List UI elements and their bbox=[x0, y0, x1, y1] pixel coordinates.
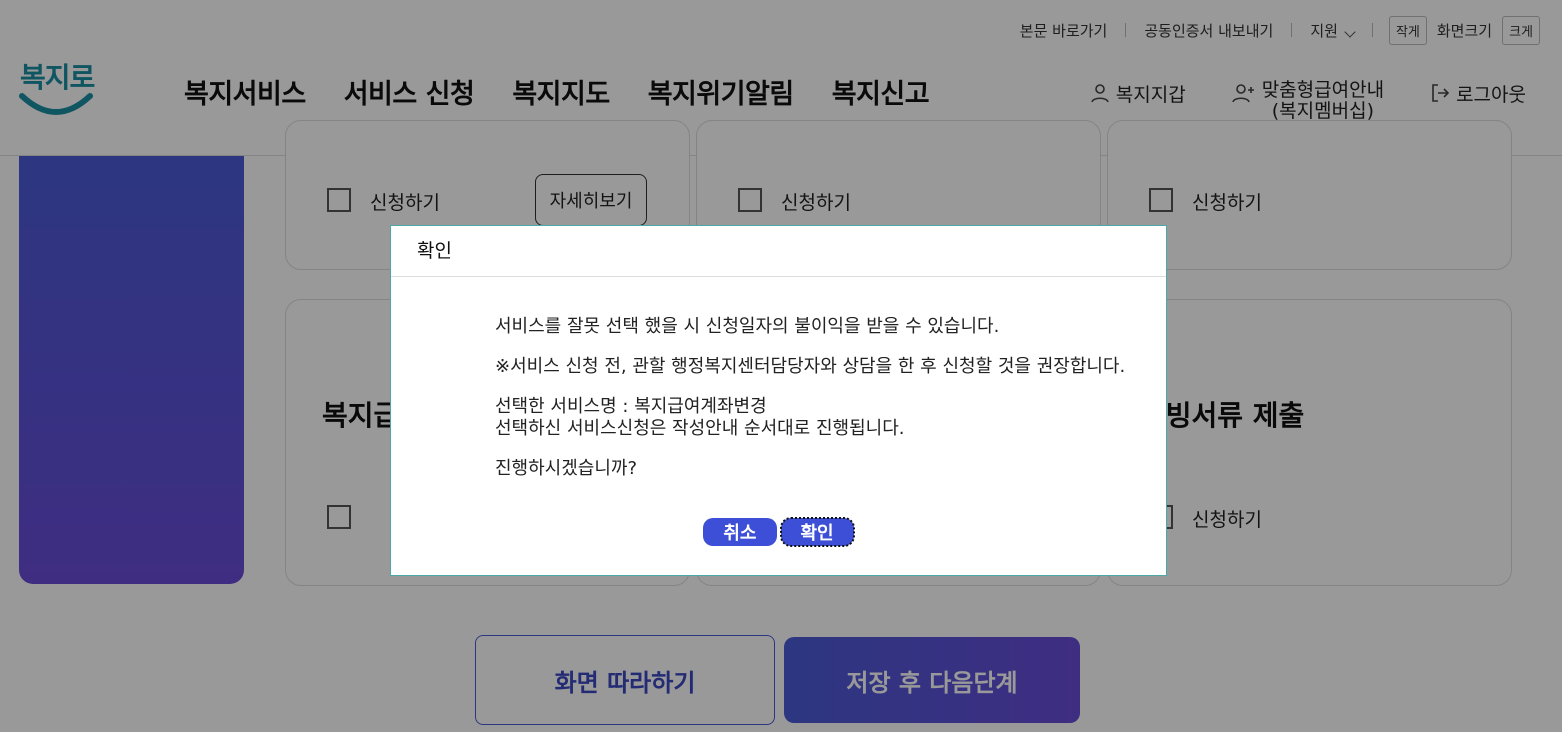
confirm-button[interactable]: 확인 bbox=[779, 517, 855, 547]
dialog-message: 서비스를 잘못 선택 했을 시 신청일자의 불이익을 받을 수 있습니다. ※서… bbox=[495, 316, 1125, 498]
dialog-title: 확인 bbox=[391, 226, 1166, 277]
confirm-dialog: 확인 서비스를 잘못 선택 했을 시 신청일자의 불이익을 받을 수 있습니다.… bbox=[390, 225, 1167, 576]
dialog-line: ※서비스 신청 전, 관할 행정복지센터담당자와 상담을 한 후 신청할 것을 … bbox=[495, 356, 1126, 377]
dialog-line: 선택하신 서비스신청은 작성안내 순서대로 진행됩니다. bbox=[495, 418, 905, 439]
cancel-button[interactable]: 취소 bbox=[703, 518, 777, 546]
dialog-line: 선택한 서비스명 : 복지급여계좌변경 bbox=[495, 396, 767, 417]
page: 본문 바로가기 공동인증서 내보내기 지원 작게 화면크기 크게 복지로 복지서… bbox=[0, 0, 1562, 732]
dialog-line: 진행하시겠습니까? bbox=[495, 458, 638, 479]
dialog-actions: 취소 확인 bbox=[391, 517, 1166, 547]
dialog-line: 서비스를 잘못 선택 했을 시 신청일자의 불이익을 받을 수 있습니다. bbox=[495, 316, 1000, 337]
